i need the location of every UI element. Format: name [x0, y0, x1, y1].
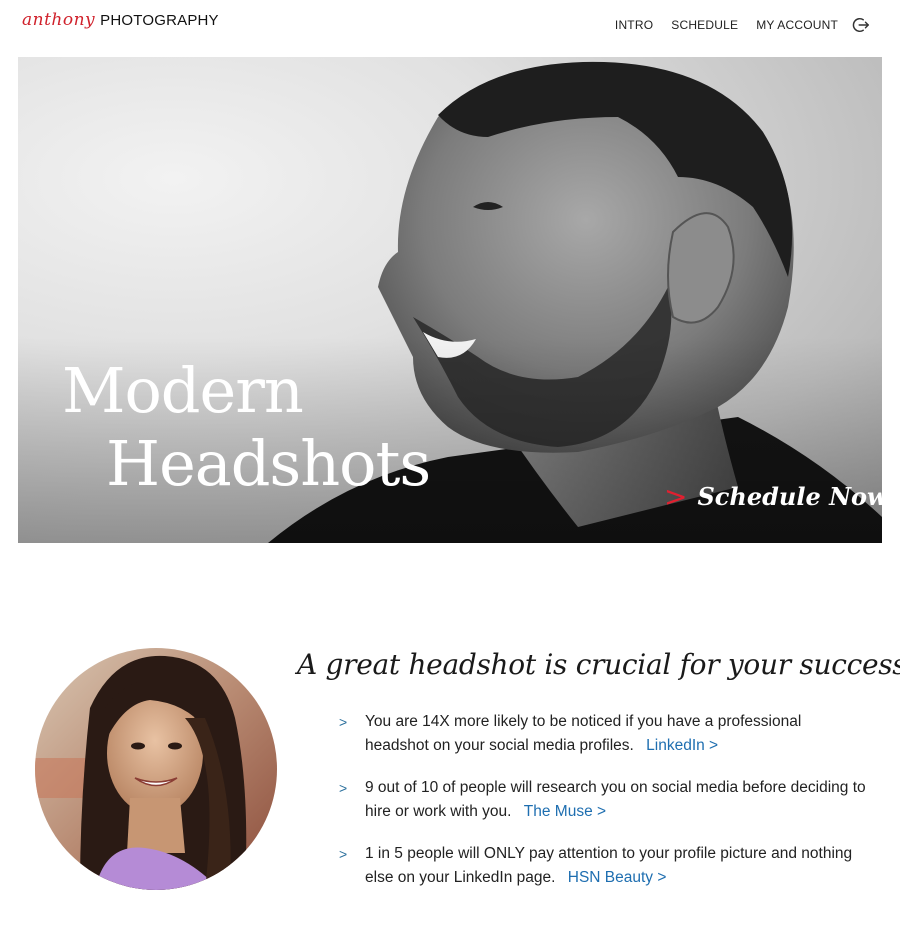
schedule-now-label: Schedule Now [697, 482, 882, 511]
list-item: > 9 out of 10 of people will research yo… [337, 776, 867, 824]
bullet-chevron-icon: > [339, 780, 348, 796]
nav-my-account[interactable]: MY ACCOUNT [756, 18, 838, 32]
nav-intro[interactable]: INTRO [615, 18, 653, 32]
hero-banner: Modern Headshots > Schedule Now [18, 57, 882, 543]
linkedin-link[interactable]: LinkedIn > [646, 737, 718, 754]
main-nav: INTRO SCHEDULE MY ACCOUNT [597, 0, 900, 50]
hero-title-line-1: Modern [62, 354, 304, 427]
point-text: You are 14X more likely to be noticed if… [365, 713, 802, 754]
site-header: anthony PHOTOGRAPHY INTRO SCHEDULE MY AC… [0, 0, 900, 52]
portrait-photo [35, 648, 277, 890]
hsn-beauty-link[interactable]: HSN Beauty > [568, 869, 667, 886]
logout-icon[interactable] [852, 16, 870, 34]
schedule-now-button[interactable]: > Schedule Now [664, 482, 882, 511]
list-item: > 1 in 5 people will ONLY pay attention … [337, 842, 867, 890]
brand-word: PHOTOGRAPHY [100, 12, 219, 29]
benefit-list: > You are 14X more likely to be noticed … [337, 710, 867, 908]
the-muse-link[interactable]: The Muse > [524, 803, 606, 820]
bullet-chevron-icon: > [339, 714, 348, 730]
section-heading: A great headshot is crucial for your suc… [297, 648, 900, 681]
page: anthony PHOTOGRAPHY INTRO SCHEDULE MY AC… [0, 0, 900, 933]
nav-schedule[interactable]: SCHEDULE [671, 18, 738, 32]
brand-script: anthony [22, 10, 96, 30]
bullet-chevron-icon: > [339, 846, 348, 862]
list-item: > You are 14X more likely to be noticed … [337, 710, 867, 758]
hero-title-line-2: Headshots [106, 427, 431, 500]
chevron-right-icon: > [664, 479, 688, 513]
brand-logo[interactable]: anthony PHOTOGRAPHY [22, 10, 219, 30]
point-text: 9 out of 10 of people will research you … [365, 779, 866, 820]
